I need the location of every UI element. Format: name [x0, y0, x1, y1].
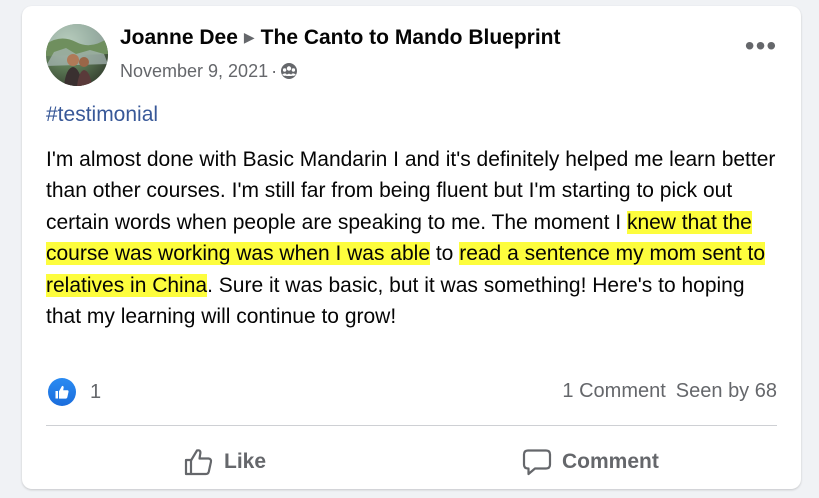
action-divider	[46, 425, 777, 426]
group-name[interactable]: The Canto to Mando Blueprint	[261, 26, 561, 49]
triangle-right-icon: ▶	[243, 29, 255, 45]
author-avatar[interactable]	[46, 24, 108, 86]
meta-separator: ·	[271, 61, 278, 81]
post-body-part: to	[430, 242, 460, 266]
avatar-photo	[46, 24, 108, 86]
like-label: Like	[224, 450, 267, 473]
post-date[interactable]: November 9, 2021	[120, 61, 268, 81]
comment-count-link[interactable]: 1 Comment	[562, 380, 665, 402]
reaction-count: 1	[90, 380, 102, 403]
reactions-summary[interactable]: 1	[48, 376, 101, 408]
comment-bubble-icon	[522, 449, 552, 476]
post-meta: November 9, 2021 ·	[120, 61, 298, 85]
comment-button[interactable]: Comment	[522, 440, 659, 484]
post-stats: 1 Comment Seen by 68	[562, 380, 777, 403]
post-header-title: Joanne Dee ▶ The Canto to Mando Blueprint	[120, 26, 560, 50]
like-button[interactable]: Like	[184, 440, 266, 484]
author-name[interactable]: Joanne Dee	[120, 26, 238, 49]
seen-by-count[interactable]: Seen by 68	[676, 380, 777, 402]
more-options-button[interactable]: •••	[741, 32, 781, 66]
post-card: Joanne Dee ▶ The Canto to Mando Blueprint …	[22, 6, 801, 489]
comment-label: Comment	[562, 450, 659, 473]
thumbs-up-outline-icon	[184, 449, 213, 476]
thumbs-up-icon	[48, 378, 76, 406]
post-body: I'm almost done with Basic Mandarin I an…	[46, 144, 781, 332]
members-icon[interactable]	[280, 62, 298, 85]
hashtag-link[interactable]: #testimonial	[46, 103, 158, 127]
